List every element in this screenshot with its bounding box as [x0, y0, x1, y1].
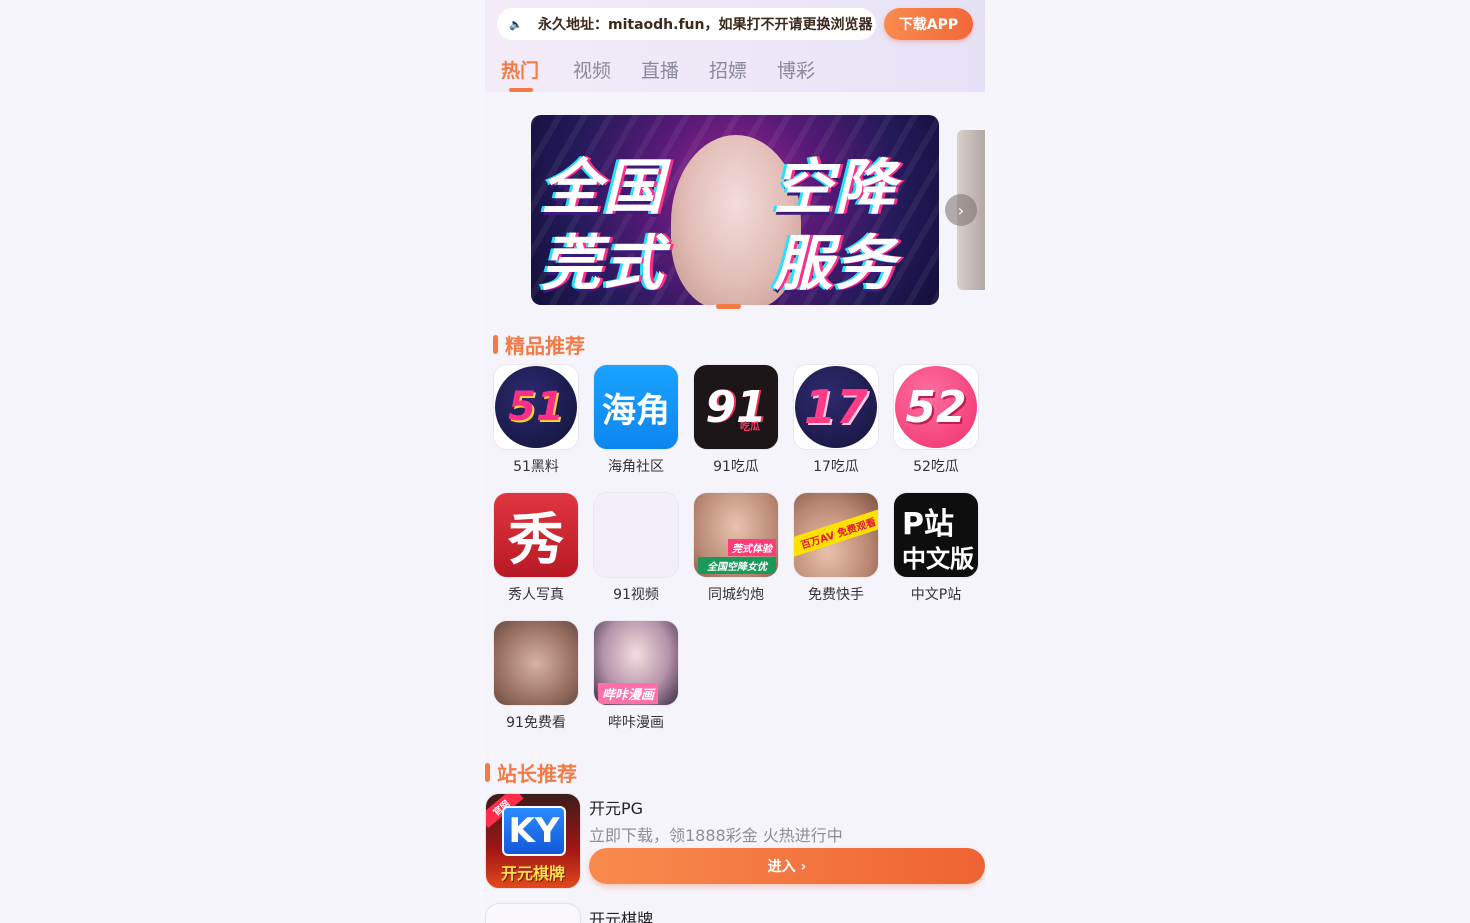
app-17chigua-label: 17吃瓜 — [813, 459, 859, 475]
app-bika-logo: 哔咔漫画 — [598, 683, 659, 704]
kaiyuan-pg-name: 开元PG — [589, 799, 644, 818]
speaker-icon: 🔈 — [509, 17, 523, 31]
app-haijiao-icon: 海角 — [593, 364, 679, 450]
app-52chigua-logo: 52 — [905, 381, 967, 433]
app-17chigua-logo: 17 — [803, 380, 868, 434]
app-51heiliao[interactable]: 51 51黑料 — [493, 364, 579, 475]
app-xiuren[interactable]: 秀 秀人写真 — [493, 492, 579, 603]
app-kuaishou-label: 免费快手 — [808, 587, 864, 603]
featured-title-text: 精品推荐 — [505, 334, 585, 358]
app-91video-icon — [593, 492, 679, 578]
section-bar-icon — [485, 763, 490, 782]
banner-slide[interactable]: 全国 空降 莞式 服务 — [531, 115, 939, 305]
app-17chigua-icon: 17 — [793, 364, 879, 450]
app-91free-icon — [493, 620, 579, 706]
tab-hot[interactable]: 热门 — [501, 56, 539, 83]
category-tabs: 热门 视频 直播 招嫖 博彩 — [485, 56, 985, 92]
app-tongcheng-icon: 莞式体验 全国空降女优 — [693, 492, 779, 578]
app-51heiliao-label: 51黑料 — [513, 459, 559, 475]
app-kuaishou-logo: 百万AV 免费观看 — [794, 508, 878, 557]
app-tongcheng[interactable]: 莞式体验 全国空降女优 同城约炮 — [693, 492, 779, 603]
app-91free[interactable]: 91免费看 — [493, 620, 579, 731]
app-pzhan-logo-sub: 中文版 — [902, 545, 974, 573]
kaiyuan-qipai-icon[interactable] — [485, 903, 581, 923]
notice-bar[interactable]: 🔈 永久地址：mitaodh.fun，如果打不开请更换浏览器 — [497, 8, 876, 40]
app-tongcheng-logo: 全国空降女优 — [698, 557, 776, 574]
app-52chigua-label: 52吃瓜 — [913, 459, 959, 475]
app-kuaishou[interactable]: 百万AV 免费观看 免费快手 — [793, 492, 879, 603]
kaiyuan-logo-sub: 开元棋牌 — [500, 864, 565, 883]
app-tongcheng-tag: 莞式体验 — [728, 539, 776, 556]
kaiyuan-pg-icon[interactable]: 官网 KY 开元棋牌 — [485, 793, 581, 889]
app-xiuren-icon: 秀 — [493, 492, 579, 578]
app-frame: 🔈 永久地址：mitaodh.fun，如果打不开请更换浏览器 下载APP 热门 … — [485, 0, 985, 923]
kaiyuan-pg-desc: 立即下载，领1888彩金 火热进行中 — [589, 826, 843, 845]
app-pzhan-icon: P站 中文版 — [893, 492, 979, 578]
webmaster-section-title: 站长推荐 — [485, 758, 577, 787]
tab-gambling[interactable]: 博彩 — [777, 56, 815, 83]
kaiyuan-qipai-name: 开元棋牌 — [589, 910, 654, 923]
app-bika-icon: 哔咔漫画 — [593, 620, 679, 706]
banner-next-button[interactable]: › — [945, 194, 977, 226]
banner-active-dot[interactable] — [716, 304, 741, 309]
banner-text-line1-right: 空降 — [773, 153, 897, 223]
app-haijiao[interactable]: 海角 海角社区 — [593, 364, 679, 475]
app-52chigua-icon: 52 — [893, 364, 979, 450]
app-51heiliao-logo: 51 — [508, 384, 564, 430]
app-xiuren-logo: 秀 — [508, 507, 564, 573]
app-haijiao-label: 海角社区 — [608, 459, 664, 475]
app-bika-label: 哔咔漫画 — [608, 715, 664, 731]
section-bar-icon — [493, 335, 498, 354]
banner-text-line2-left: 莞式 — [541, 229, 665, 299]
app-haijiao-logo: 海角 — [602, 390, 670, 431]
app-91chigua-label: 91吃瓜 — [713, 459, 759, 475]
banner-text-line1-left: 全国 — [541, 153, 665, 223]
app-91free-label: 91免费看 — [506, 715, 566, 731]
app-91chigua-logo: 91 — [705, 381, 767, 433]
app-91chigua-logo-sub: 吃瓜 — [740, 422, 760, 433]
kaiyuan-pg-enter-button[interactable]: 进入 › — [589, 848, 985, 884]
app-91video-label: 91视频 — [613, 587, 659, 603]
app-pzhan-logo: P站 — [902, 507, 954, 542]
notice-text: 永久地址：mitaodh.fun，如果打不开请更换浏览器 — [538, 17, 873, 33]
app-xiuren-label: 秀人写真 — [508, 587, 564, 603]
app-kuaishou-icon: 百万AV 免费观看 — [793, 492, 879, 578]
featured-section-title: 精品推荐 — [493, 330, 585, 359]
app-17chigua[interactable]: 17 17吃瓜 — [793, 364, 879, 475]
app-tongcheng-label: 同城约炮 — [708, 587, 764, 603]
active-tab-indicator — [509, 88, 533, 92]
app-91chigua-icon: 91 吃瓜 — [693, 364, 779, 450]
app-pzhan-label: 中文P站 — [910, 587, 962, 603]
app-91chigua[interactable]: 91 吃瓜 91吃瓜 — [693, 364, 779, 475]
app-51heiliao-icon: 51 — [493, 364, 579, 450]
tab-video[interactable]: 视频 — [573, 56, 611, 83]
app-pzhan[interactable]: P站 中文版 中文P站 — [893, 492, 979, 603]
app-91video[interactable]: 91视频 — [593, 492, 679, 603]
tab-escort[interactable]: 招嫖 — [709, 56, 747, 83]
webmaster-title-text: 站长推荐 — [497, 762, 577, 786]
header: 🔈 永久地址：mitaodh.fun，如果打不开请更换浏览器 下载APP 热门 … — [485, 0, 985, 92]
banner-text-line2-right: 服务 — [773, 229, 897, 299]
kaiyuan-logo: KY — [502, 806, 566, 856]
app-52chigua[interactable]: 52 52吃瓜 — [893, 364, 979, 475]
app-bika[interactable]: 哔咔漫画 哔咔漫画 — [593, 620, 679, 731]
tab-live[interactable]: 直播 — [641, 56, 679, 83]
download-app-button[interactable]: 下载APP — [884, 8, 973, 40]
